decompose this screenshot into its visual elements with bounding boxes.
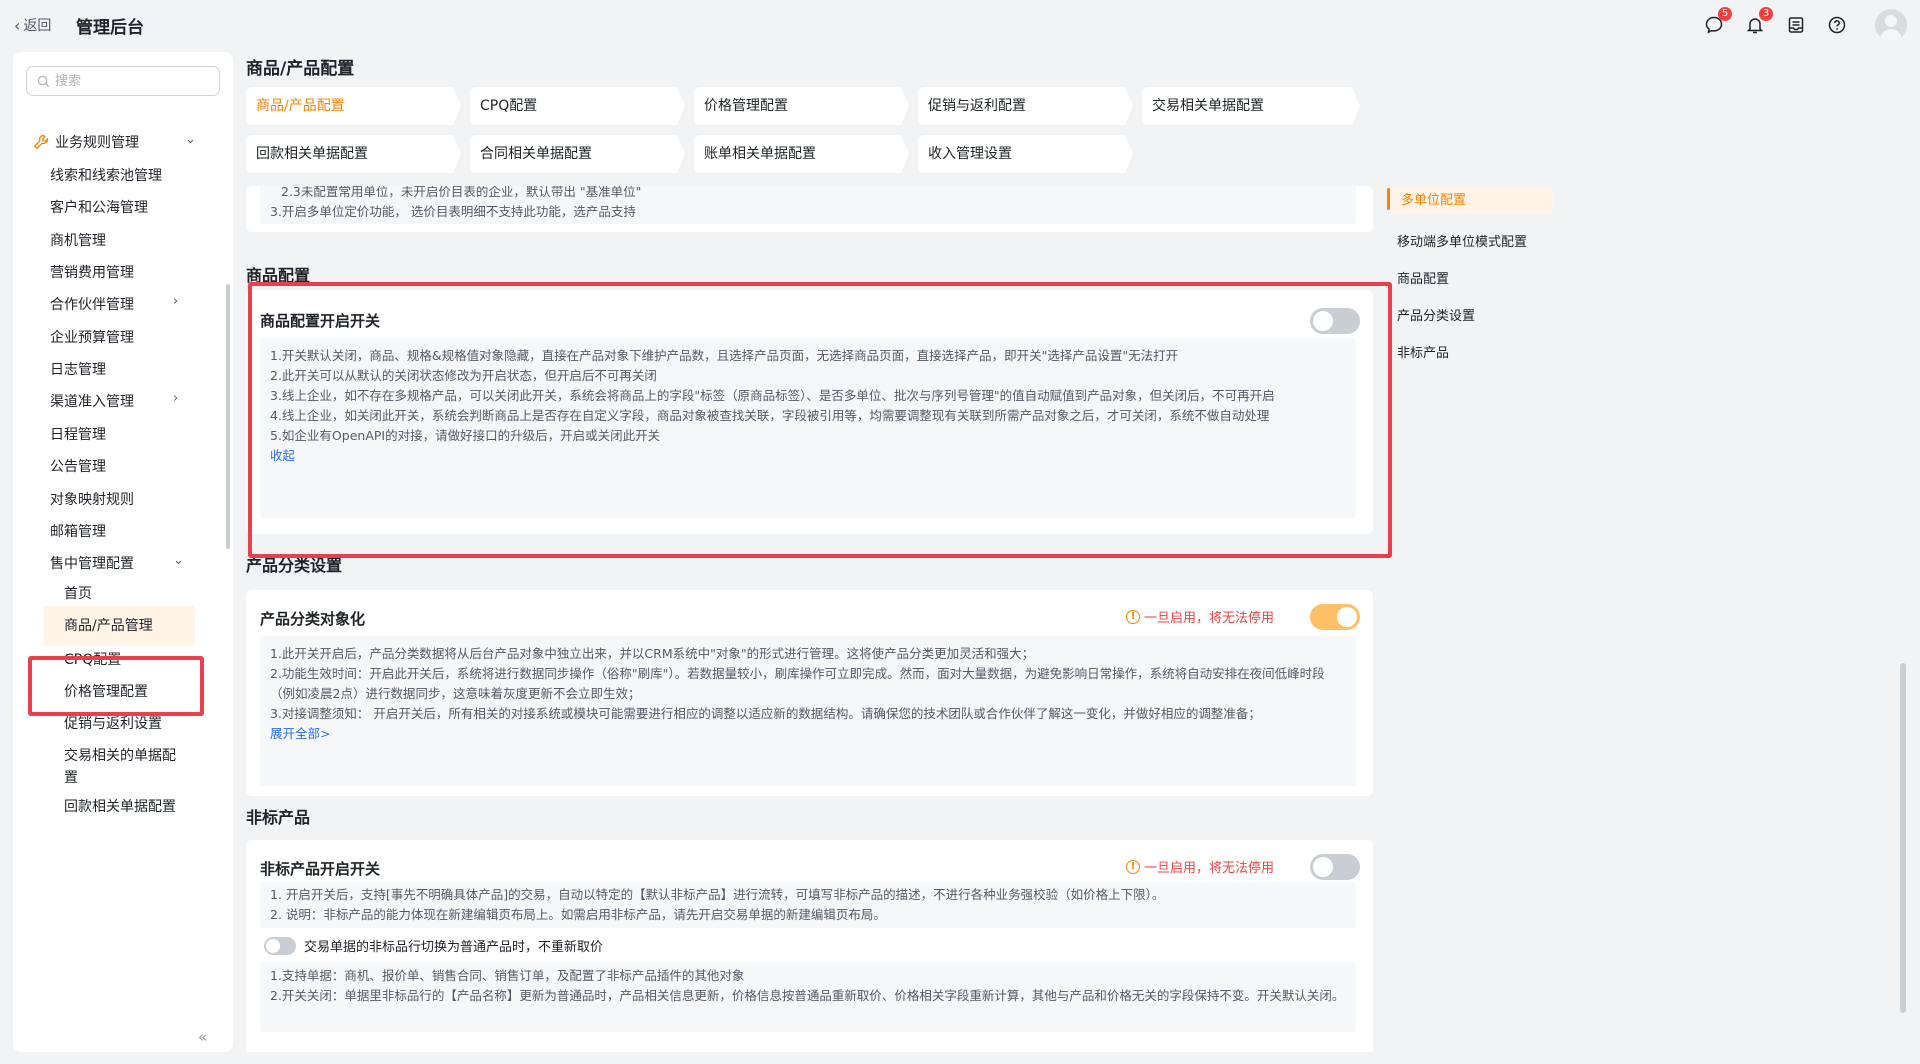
top-bar: ‹ 返回 管理后台 5 3 bbox=[0, 0, 1920, 50]
category-card: 产品分类对象化 ! 一旦启用，将无法停用 1.此开关开启后，产品分类数据将从后台… bbox=[246, 590, 1373, 796]
chevron-right-icon[interactable]: › bbox=[173, 391, 178, 406]
anchor-product-config[interactable]: 商品配置 bbox=[1397, 268, 1449, 287]
reprice-desc: 1.支持单据：商机、报价单、销售合同、销售订单，及配置了非标产品插件的其他对象 … bbox=[260, 962, 1356, 1032]
anchor-category[interactable]: 产品分类设置 bbox=[1397, 305, 1475, 324]
tab-payment-documents[interactable]: 回款相关单据配置 bbox=[246, 135, 461, 173]
app-title: 管理后台 bbox=[76, 18, 144, 38]
chevron-down-icon[interactable]: ⌄ bbox=[185, 132, 196, 147]
sidebar-subitem-promotion[interactable]: 促销与返利设置 bbox=[64, 713, 162, 735]
tab-product-config[interactable]: 商品/产品配置 bbox=[246, 87, 461, 125]
sidebar-group-label: 业务规则管理 bbox=[55, 135, 139, 151]
sidebar-item-mailbox[interactable]: 邮箱管理 bbox=[50, 521, 106, 541]
desc-line: 3.对接调整须知： 开启开关后，所有相关的对接系统或模块可能需要进行相应的调整以… bbox=[270, 706, 1261, 721]
nonstandard-switch[interactable] bbox=[1310, 854, 1360, 880]
multi-unit-card: 2.3未配置常用单位，未开启价目表的企业，默认带出 "基准单位" 3.开启多单位… bbox=[246, 186, 1373, 232]
sidebar-scrollbar[interactable] bbox=[226, 284, 230, 549]
warning-icon: ! bbox=[1126, 609, 1140, 624]
search-box[interactable] bbox=[26, 66, 220, 96]
tab-revenue-settings[interactable]: 收入管理设置 bbox=[918, 135, 1133, 173]
search-icon bbox=[37, 75, 50, 87]
tab-trade-documents[interactable]: 交易相关单据配置 bbox=[1142, 87, 1360, 125]
sidebar-subitem-home[interactable]: 首页 bbox=[64, 583, 92, 605]
nonstandard-card: 非标产品开启开关 ! 一旦启用，将无法停用 1. 开启开关后，支持[事先不明确具… bbox=[246, 840, 1373, 1052]
anchor-multi-unit[interactable]: 多单位配置 bbox=[1391, 188, 1553, 214]
help-icon[interactable] bbox=[1826, 14, 1848, 36]
category-switch[interactable] bbox=[1310, 604, 1360, 630]
desc-line: 1. 开启开关后，支持[事先不明确具体产品]的交易，自动以特定的【默认非标产品】… bbox=[270, 887, 1165, 902]
multi-unit-desc: 2.3未配置常用单位，未开启价目表的企业，默认带出 "基准单位" 3.开启多单位… bbox=[260, 186, 1356, 224]
anchor-mobile-multi-unit[interactable]: 移动端多单位模式配置 bbox=[1397, 231, 1527, 250]
sidebar-item-partners[interactable]: 合作伙伴管理 bbox=[50, 294, 134, 314]
bell-icon[interactable]: 3 bbox=[1744, 7, 1773, 36]
back-label: 返回 bbox=[23, 18, 52, 34]
tab-bill-documents[interactable]: 账单相关单据配置 bbox=[694, 135, 909, 173]
section-title-nonstandard: 非标产品 bbox=[246, 808, 311, 827]
bell-badge: 3 bbox=[1759, 7, 1773, 21]
desc-line: 1.支持单据：商机、报价单、销售合同、销售订单，及配置了非标产品插件的其他对象 bbox=[270, 968, 745, 983]
category-warning: ! 一旦启用，将无法停用 bbox=[1126, 607, 1274, 626]
expand-link[interactable]: 展开全部> bbox=[270, 724, 1346, 744]
reprice-switch[interactable] bbox=[264, 936, 296, 955]
sidebar-item-object-mapping[interactable]: 对象映射规则 bbox=[50, 489, 134, 509]
chevron-left-icon: ‹ bbox=[14, 15, 21, 35]
card-title: 产品分类对象化 bbox=[260, 610, 366, 628]
reprice-option-label: 交易单据的非标品行切换为普通产品时，不重新取价 bbox=[304, 940, 604, 955]
sidebar-item-channel-access[interactable]: 渠道准入管理 bbox=[50, 391, 134, 411]
avatar[interactable] bbox=[1875, 9, 1907, 41]
tab-price-management[interactable]: 价格管理配置 bbox=[694, 87, 909, 125]
category-desc: 1.此开关开启后，产品分类数据将从后台产品对象中独立出来，并以CRM系统中"对象… bbox=[260, 636, 1356, 786]
nonstandard-warning: ! 一旦启用，将无法停用 bbox=[1126, 857, 1274, 876]
sidebar-item-budget[interactable]: 企业预算管理 bbox=[50, 327, 134, 347]
collapse-sidebar-button[interactable]: « bbox=[198, 1028, 207, 1046]
warning-text: 一旦启用，将无法停用 bbox=[1144, 861, 1275, 876]
sidebar-item-marketing-costs[interactable]: 营销费用管理 bbox=[50, 262, 134, 282]
warning-text: 一旦启用，将无法停用 bbox=[1144, 611, 1275, 626]
sidebar-item-announcements[interactable]: 公告管理 bbox=[50, 456, 106, 476]
page-title: 商品/产品配置 bbox=[246, 59, 355, 79]
sidebar-active-highlight bbox=[28, 656, 204, 716]
message-badge: 5 bbox=[1718, 7, 1732, 21]
desc-line: 2.3未配置常用单位，未开启价目表的企业，默认带出 "基准单位" bbox=[281, 186, 642, 199]
nonstandard-desc: 1. 开启开关后，支持[事先不明确具体产品]的交易，自动以特定的【默认非标产品】… bbox=[260, 882, 1356, 928]
warning-icon: ! bbox=[1126, 859, 1140, 874]
scrollbar-thumb[interactable] bbox=[1900, 663, 1906, 1013]
sidebar-item-opportunities[interactable]: 商机管理 bbox=[50, 230, 106, 250]
card-title: 非标产品开启开关 bbox=[260, 860, 381, 878]
annotation-highlight-box bbox=[248, 282, 1392, 558]
chevron-right-icon[interactable]: › bbox=[173, 294, 178, 309]
sidebar-item-customers[interactable]: 客户和公海管理 bbox=[50, 197, 148, 217]
reprice-option: 交易单据的非标品行切换为普通产品时，不重新取价 bbox=[264, 936, 603, 955]
main-scrollbar[interactable] bbox=[1900, 188, 1906, 1020]
sidebar-item-logs[interactable]: 日志管理 bbox=[50, 359, 106, 379]
sidebar-item-schedule[interactable]: 日程管理 bbox=[50, 424, 106, 444]
sidebar-group-business-rules[interactable]: 业务规则管理 bbox=[33, 132, 139, 152]
search-input[interactable] bbox=[55, 73, 205, 89]
desc-line: 3.开启多单位定价功能， 选价目表明细不支持此功能，选产品支持 bbox=[270, 204, 636, 219]
inbox-icon[interactable] bbox=[1785, 14, 1807, 36]
desc-line: 1.此开关开启后，产品分类数据将从后台产品对象中独立出来，并以CRM系统中"对象… bbox=[270, 646, 1035, 661]
tab-cpq[interactable]: CPQ配置 bbox=[470, 87, 685, 125]
sidebar-item-leads[interactable]: 线索和线索池管理 bbox=[50, 165, 162, 185]
anchor-indicator bbox=[1387, 188, 1390, 210]
tab-contract-documents[interactable]: 合同相关单据配置 bbox=[470, 135, 685, 173]
desc-line: 2.功能生效时间：开启此开关后，系统将进行数据同步操作（俗称"刷库"）。若数据量… bbox=[270, 666, 1325, 701]
top-icons: 5 3 bbox=[1703, 0, 1920, 50]
anchor-nonstandard[interactable]: 非标产品 bbox=[1397, 342, 1449, 361]
tab-promotion-rebate[interactable]: 促销与返利配置 bbox=[918, 87, 1133, 125]
sidebar-subitem-trade-documents[interactable]: 交易相关的单据配置 bbox=[64, 745, 184, 789]
message-icon[interactable]: 5 bbox=[1703, 7, 1732, 36]
sidebar-item-in-sale-config[interactable]: 售中管理配置 bbox=[50, 553, 134, 573]
back-button[interactable]: ‹ 返回 bbox=[14, 15, 51, 35]
desc-line: 2. 说明：非标产品的能力体现在新建编辑页布局上。如需启用非标产品，请先开启交易… bbox=[270, 907, 886, 922]
chevron-down-icon[interactable]: ⌄ bbox=[173, 553, 184, 568]
desc-line: 2.开关关闭：单据里非标品行的【产品名称】更新为普通品时，产品相关信息更新，价格… bbox=[270, 988, 1345, 1003]
wrench-icon bbox=[33, 134, 49, 150]
sidebar: 业务规则管理 ⌄ 线索和线索池管理 客户和公海管理 商机管理 营销费用管理 合作… bbox=[13, 52, 233, 1052]
sidebar-subitem-payment-documents[interactable]: 回款相关单据配置 bbox=[64, 796, 184, 818]
sidebar-subitem-product-management[interactable]: 商品/产品管理 bbox=[43, 606, 195, 646]
